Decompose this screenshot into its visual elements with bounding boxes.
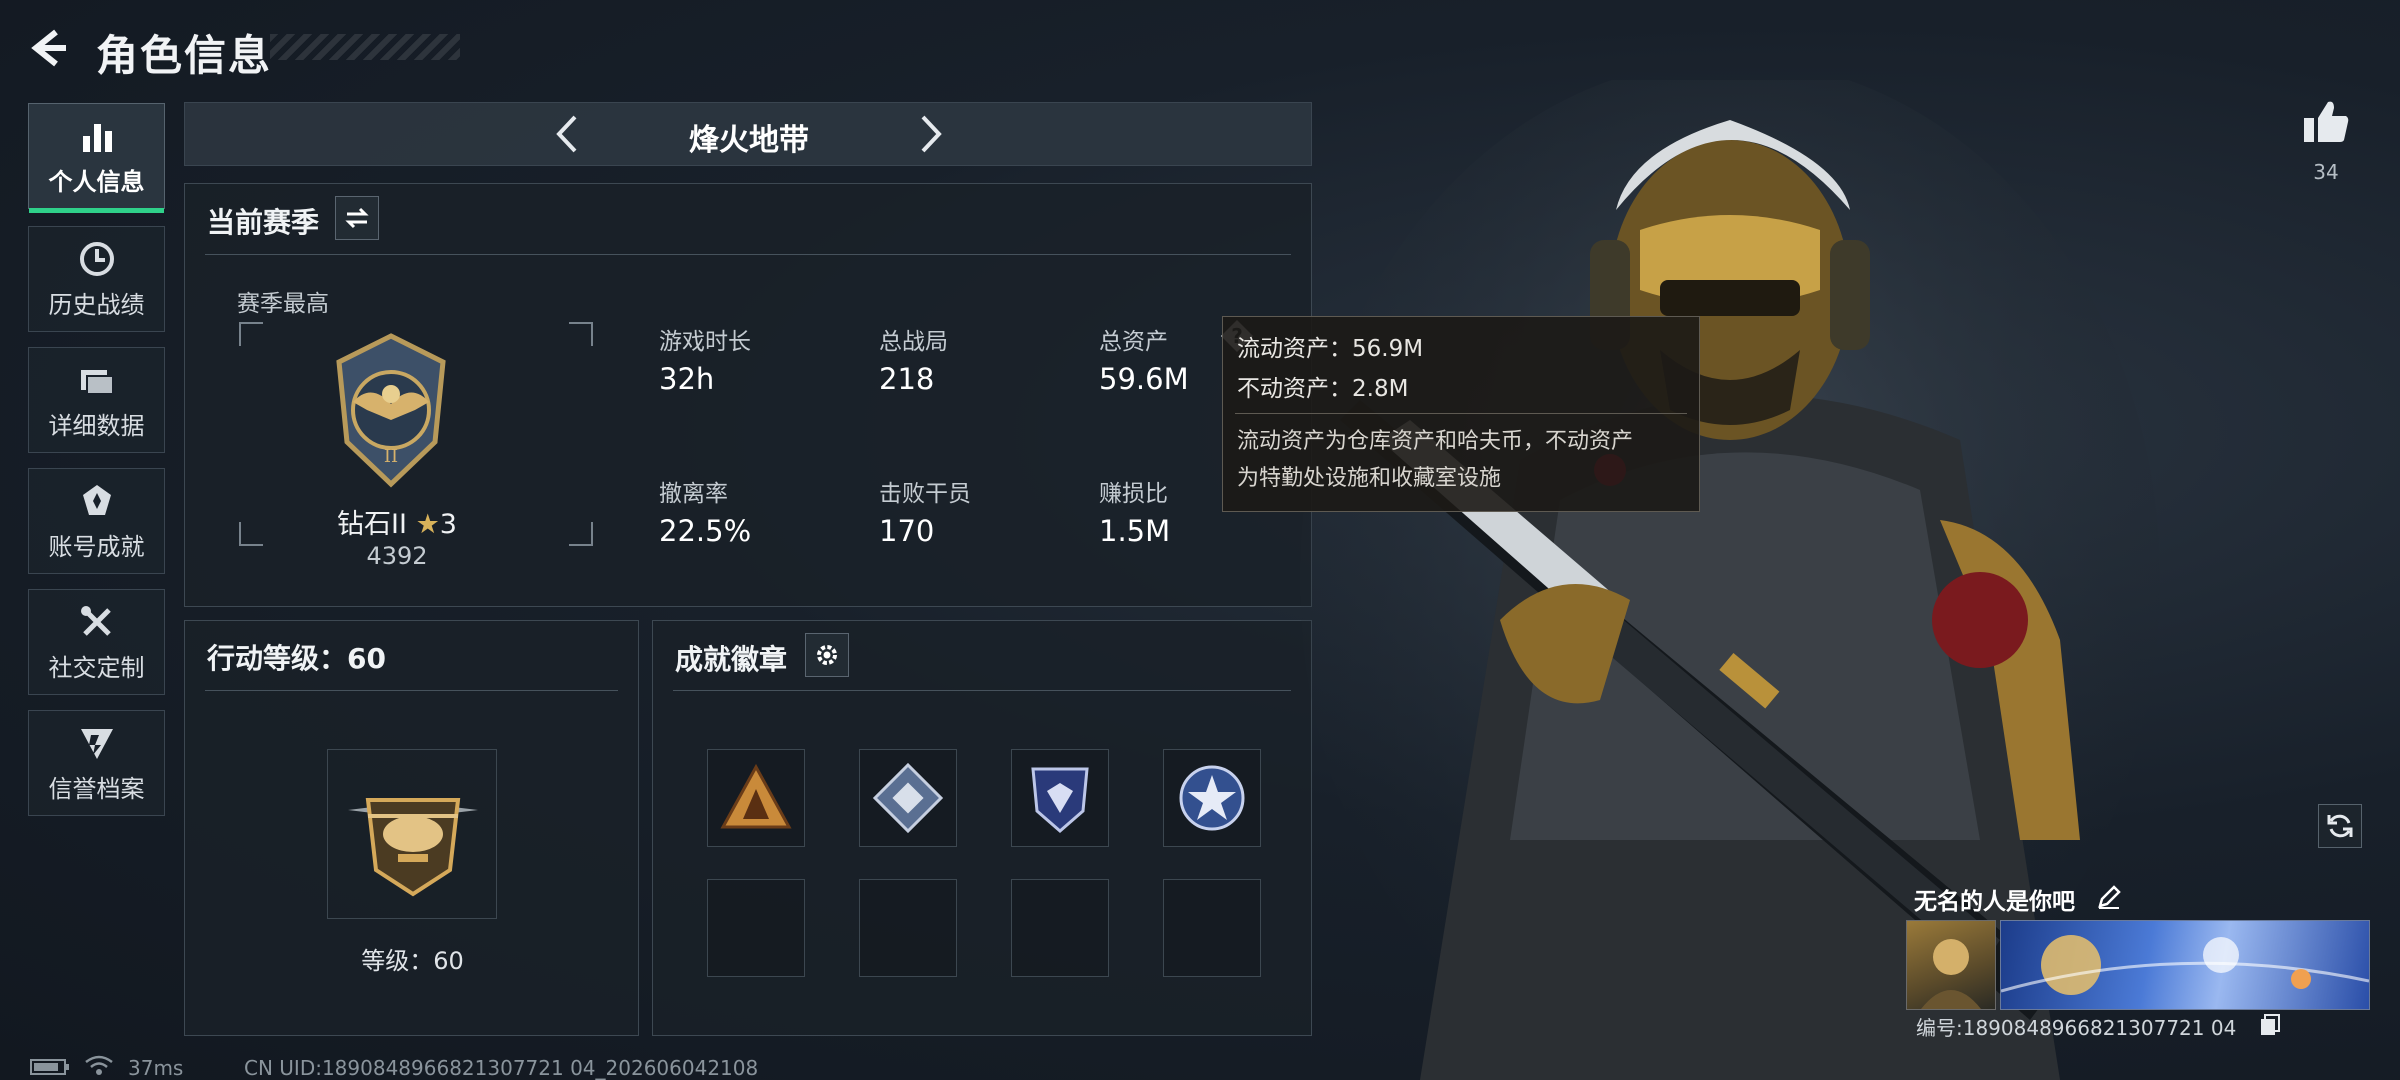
title-decoration <box>270 34 460 60</box>
frame-corner <box>569 522 593 546</box>
badge-slot[interactable] <box>859 749 957 847</box>
tooltip-divider <box>1235 413 1687 414</box>
badge-slot-empty[interactable] <box>1163 879 1261 977</box>
assets-tooltip: 流动资产：56.9M 不动资产：2.8M 流动资产为仓库资产和哈夫币，不动资产 … <box>1222 316 1700 512</box>
action-level-title: 行动等级：60 <box>207 642 386 675</box>
rank-stars: 3 <box>439 509 457 540</box>
copy-icon[interactable] <box>2258 1012 2282 1036</box>
badges-title: 成就徽章 <box>675 643 788 676</box>
level-text: 等级：60 <box>361 947 464 975</box>
stat-value: 32h <box>659 362 715 396</box>
sidebar-item-label: 详细数据 <box>48 411 145 440</box>
achievement-icon <box>82 484 111 515</box>
tooltip-liquid-assets: 流动资产：56.9M <box>1237 336 1424 362</box>
sidebar-item-label: 信誉档案 <box>48 774 145 803</box>
sidebar-item-social-custom[interactable]: 社交定制 <box>28 589 165 695</box>
player-banner[interactable] <box>2000 920 2370 1010</box>
swap-icon <box>345 207 369 229</box>
switch-season-button[interactable] <box>335 196 379 240</box>
rank-name: 钻石II <box>337 509 407 540</box>
season-title: 当前赛季 <box>207 206 320 239</box>
ping-text: 37ms <box>128 1056 184 1080</box>
sidebar-item-label: 历史战绩 <box>48 290 145 319</box>
frame-corner <box>239 522 263 546</box>
sidebar-item-personal-info[interactable]: 个人信息 <box>28 103 165 213</box>
badge-slot[interactable] <box>707 749 805 847</box>
battery-icon <box>30 1059 69 1075</box>
badge-shield-icon <box>1031 767 1089 833</box>
stat-value: 1.5M <box>1099 514 1171 548</box>
history-icon <box>79 241 114 276</box>
frame-corner <box>569 322 593 346</box>
action-level-panel: 行动等级：60 等级：60 <box>184 620 639 1036</box>
refresh-button[interactable] <box>2318 804 2362 848</box>
badge-triangle-icon <box>720 763 792 829</box>
page-title: 角色信息 <box>96 31 273 80</box>
tools-icon <box>80 605 111 636</box>
rank-emblem-icon: II <box>336 333 446 488</box>
folder-icon <box>80 369 114 395</box>
sidebar-item-achievements[interactable]: 账号成就 <box>28 468 165 574</box>
badge-slot[interactable] <box>1011 749 1109 847</box>
sidebar-item-label: 个人信息 <box>48 167 145 196</box>
banner-galaxy-icon <box>2001 935 2369 995</box>
player-avatar[interactable] <box>1906 920 1996 1010</box>
rank-score: 4392 <box>366 542 428 570</box>
frame-corner <box>239 322 263 346</box>
tooltip-description-1: 流动资产为仓库资产和哈夫币，不动资产 <box>1237 429 1634 454</box>
stat-label: 击败干员 <box>879 481 971 507</box>
season-best-label: 赛季最高 <box>237 291 329 317</box>
svg-text:II: II <box>384 446 398 467</box>
mode-selector: 烽火地带 <box>184 102 1312 166</box>
current-season-panel: 当前赛季 赛季最高 II 钻石II ★3 4392 游戏时长 32h 总战局 2… <box>184 183 1312 607</box>
sidebar-item-credit-record[interactable]: 信誉档案 <box>28 710 165 816</box>
level-emblem-frame <box>327 749 497 919</box>
badge-slot-empty[interactable] <box>707 879 805 977</box>
player-id: 编号:1890848966821307721 04 <box>1916 1016 2237 1040</box>
sidebar-item-detail-data[interactable]: 详细数据 <box>28 347 165 453</box>
sidebar-item-label: 账号成就 <box>48 532 145 561</box>
refresh-icon <box>2327 814 2353 838</box>
stat-value: 170 <box>879 514 935 548</box>
like-count: 34 <box>2313 160 2339 184</box>
stat-label: 赚损比 <box>1099 481 1168 507</box>
stat-label: 游戏时长 <box>659 329 751 355</box>
stat-label: 总资产 <box>1099 329 1168 355</box>
badge-slot[interactable] <box>1163 749 1261 847</box>
back-arrow-icon[interactable] <box>26 26 70 70</box>
achievement-badges-panel: 成就徽章 <box>652 620 1312 1036</box>
divider <box>205 690 618 691</box>
stat-label: 撤离率 <box>659 481 728 507</box>
uid-text: CN UID:1890848966821307721 04_2026060421… <box>244 1056 759 1080</box>
badge-settings-button[interactable] <box>805 633 849 677</box>
wifi-icon <box>85 1055 113 1075</box>
badge-diamond-icon <box>872 762 944 834</box>
player-name: 无名的人是你吧 <box>1914 889 2075 915</box>
sidebar-item-history[interactable]: 历史战绩 <box>28 226 165 332</box>
avatar-soldier-icon <box>1921 939 1981 1009</box>
divider <box>205 254 1291 255</box>
divider <box>673 690 1291 691</box>
bar-chart-icon <box>82 123 112 152</box>
tooltip-description-2: 为特勤处设施和收藏室设施 <box>1237 466 1502 491</box>
next-mode-arrow-icon[interactable] <box>907 111 953 157</box>
stat-label: 总战局 <box>879 329 948 355</box>
badge-slot-empty[interactable] <box>859 879 957 977</box>
edit-pencil-icon[interactable] <box>2096 884 2122 910</box>
tooltip-fixed-assets: 不动资产：2.8M <box>1237 376 1409 402</box>
badge-star-icon <box>1179 765 1245 831</box>
stat-value: 22.5% <box>659 514 752 548</box>
like-thumb-icon[interactable] <box>2302 98 2350 144</box>
badge-slot-empty[interactable] <box>1011 879 1109 977</box>
gear-icon <box>817 645 837 665</box>
star-icon: ★ <box>415 509 440 540</box>
shield-icon <box>80 728 113 759</box>
mode-title: 烽火地带 <box>689 123 809 158</box>
sidebar-item-label: 社交定制 <box>48 653 145 682</box>
stat-value: 59.6M <box>1099 362 1189 396</box>
helicopter-emblem-icon <box>348 798 478 897</box>
stat-value: 218 <box>879 362 935 396</box>
